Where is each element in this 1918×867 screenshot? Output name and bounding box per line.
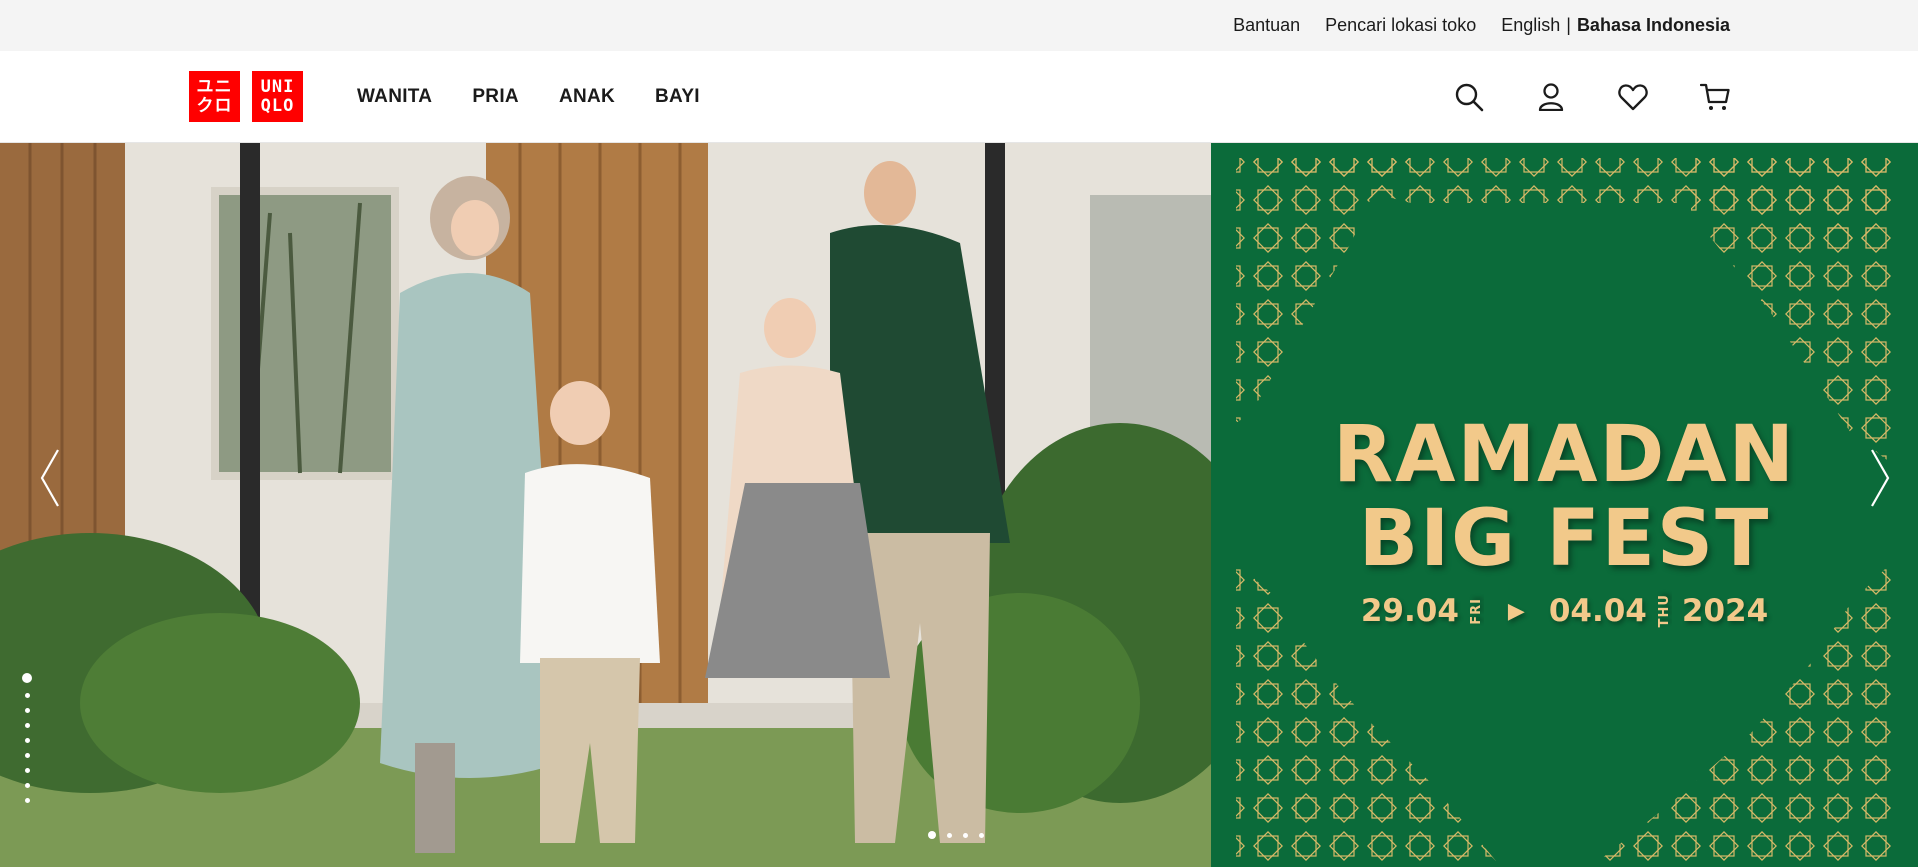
promo-title-line1: RAMADAN	[1333, 410, 1796, 500]
ramadan-promo-panel[interactable]: RAMADAN BIG FEST 29.04 FRI ▶ 04.04 THU 2…	[1211, 143, 1918, 867]
logo-text: クロ	[196, 95, 233, 116]
carousel-vertical-pagination	[22, 673, 32, 803]
pagination-dot[interactable]	[24, 768, 30, 773]
chevron-right-icon	[1871, 449, 1890, 507]
promo-headline: RAMADAN BIG FEST 29.04 FRI ▶ 04.04 THU 2…	[1211, 413, 1918, 629]
language-english-link[interactable]: English	[1501, 15, 1560, 36]
chevron-left-icon	[40, 449, 59, 507]
carousel-next-button[interactable]	[1860, 443, 1900, 513]
pagination-dot[interactable]	[24, 798, 30, 803]
nav-item-pria[interactable]: PRIA	[472, 86, 519, 108]
pagination-dot[interactable]	[24, 693, 30, 698]
pagination-dot[interactable]	[979, 832, 984, 838]
main-nav: WANITA PRIA ANAK BAYI	[357, 51, 700, 143]
pagination-dot[interactable]	[963, 832, 968, 838]
promo-year: 2024	[1681, 593, 1769, 629]
cart-icon[interactable]	[1700, 82, 1730, 112]
pagination-dot[interactable]	[24, 738, 30, 743]
carousel-horizontal-pagination	[928, 831, 984, 839]
nav-item-bayi[interactable]: BAYI	[655, 86, 700, 108]
help-link[interactable]: Bantuan	[1233, 15, 1300, 36]
wishlist-heart-icon[interactable]	[1618, 82, 1648, 112]
pagination-dot[interactable]	[24, 783, 30, 788]
carousel-prev-button[interactable]	[30, 443, 70, 513]
nav-item-wanita[interactable]: WANITA	[357, 86, 432, 108]
hero-carousel[interactable]: RAMADAN BIG FEST 29.04 FRI ▶ 04.04 THU 2…	[0, 143, 1918, 867]
promo-day-end: THU	[1656, 594, 1672, 628]
play-arrow-icon: ▶	[1507, 598, 1525, 624]
pagination-dot[interactable]	[24, 753, 30, 758]
store-locator-link[interactable]: Pencari lokasi toko	[1325, 15, 1476, 36]
search-icon[interactable]	[1454, 82, 1484, 112]
language-separator: |	[1566, 15, 1571, 35]
language-indonesian-link[interactable]: Bahasa Indonesia	[1577, 15, 1730, 36]
header-icons	[1454, 51, 1730, 143]
account-icon[interactable]	[1536, 82, 1566, 112]
main-header: ユニ クロ UNI QLO WANITA PRIA ANAK BAYI	[0, 51, 1918, 143]
logo-text: QLO	[260, 95, 295, 116]
pagination-dot[interactable]	[947, 832, 952, 838]
promo-date-end: 04.04	[1548, 593, 1647, 629]
promo-dates: 29.04 FRI ▶ 04.04 THU 2024	[1211, 593, 1918, 629]
pagination-dot[interactable]	[24, 708, 30, 713]
nav-item-anak[interactable]: ANAK	[559, 86, 615, 108]
pagination-dot[interactable]	[24, 723, 30, 728]
pagination-dot[interactable]	[928, 831, 936, 839]
promo-date-start: 29.04	[1360, 593, 1459, 629]
utility-bar: Bantuan Pencari lokasi toko English | Ba…	[0, 0, 1918, 51]
utility-links: Bantuan Pencari lokasi toko English | Ba…	[1233, 0, 1730, 51]
logo-katakana-block: ユニ クロ	[189, 71, 240, 122]
hero-family-photo[interactable]	[0, 143, 1211, 867]
logo-text: ユニ	[196, 76, 233, 97]
pagination-dot[interactable]	[22, 673, 32, 683]
uniqlo-logo[interactable]: ユニ クロ UNI QLO	[189, 71, 303, 122]
logo-text: UNI	[260, 76, 295, 97]
promo-title-line2: BIG FEST	[1358, 494, 1771, 584]
promo-day-start: FRI	[1468, 597, 1484, 625]
logo-latin-block: UNI QLO	[252, 71, 303, 122]
